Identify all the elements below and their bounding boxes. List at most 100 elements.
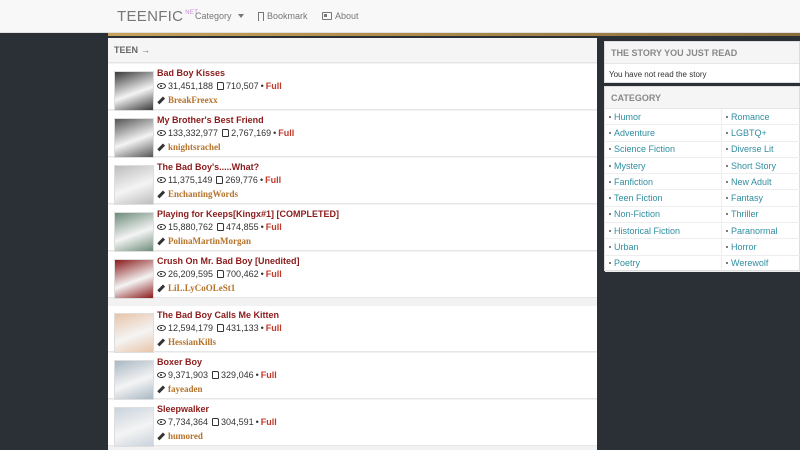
story-author[interactable]: humored bbox=[157, 431, 203, 441]
section-header[interactable]: TEEN → bbox=[108, 38, 597, 63]
category-label: Diverse Lit bbox=[731, 144, 774, 155]
story-title[interactable]: My Brother's Best Friend bbox=[157, 115, 264, 125]
category-link[interactable]: Werewolf bbox=[722, 256, 800, 272]
category-link[interactable]: Science Fiction bbox=[605, 141, 722, 158]
bullet-icon bbox=[609, 246, 611, 249]
story-item[interactable]: Sleepwalker 7,734,364 304,591 • Full humore… bbox=[108, 400, 597, 447]
story-title[interactable]: Sleepwalker bbox=[157, 404, 209, 414]
story-title[interactable]: Playing for Keeps[Kingx#1] [COMPLETED] bbox=[157, 209, 339, 219]
author-name: LiL.LyCoOLeSt1 bbox=[168, 283, 236, 293]
story-item[interactable]: The Bad Boy Calls Me Kitten 12,594,179 43… bbox=[108, 306, 597, 353]
category-link[interactable]: Teen Fiction bbox=[605, 190, 722, 207]
story-author[interactable]: BreakFreexx bbox=[157, 95, 218, 105]
thumbs-up-icon bbox=[217, 82, 225, 90]
bullet-icon bbox=[726, 148, 728, 151]
bookmark-link[interactable]: Bookmark bbox=[258, 11, 308, 22]
view-count: 15,880,762 bbox=[168, 222, 214, 232]
like-count: 2,767,169 bbox=[231, 128, 272, 138]
category-label: Non-Fiction bbox=[614, 209, 661, 220]
story-title[interactable]: The Bad Boy's.....What? bbox=[157, 162, 259, 172]
author-name: EnchantingWords bbox=[168, 189, 239, 199]
category-link[interactable]: Humor bbox=[605, 109, 722, 126]
story-cover[interactable] bbox=[114, 212, 154, 252]
category-dropdown[interactable]: Category bbox=[195, 11, 244, 21]
site-logo[interactable]: TEENFIC NET bbox=[117, 8, 198, 25]
story-stats: 15,880,762 474,855 • Full bbox=[157, 222, 282, 232]
category-link[interactable]: Fanfiction bbox=[605, 174, 722, 191]
pencil-icon bbox=[157, 432, 165, 440]
category-grid: Humor Romance Adventure LGBTQ+ Science Ficti… bbox=[605, 109, 800, 272]
category-link[interactable]: Historical Fiction bbox=[605, 223, 722, 240]
category-link[interactable]: Fantasy bbox=[722, 190, 800, 207]
author-name: knightsrachel bbox=[168, 142, 221, 152]
story-author[interactable]: fayeaden bbox=[157, 384, 203, 394]
story-cover[interactable] bbox=[114, 360, 154, 400]
story-author[interactable]: PolinaMartinMorgan bbox=[157, 236, 251, 246]
category-link[interactable]: New Adult bbox=[722, 174, 800, 191]
story-author[interactable]: knightsrachel bbox=[157, 142, 221, 152]
story-item[interactable]: Bad Boy Kisses 31,451,188 710,507 • Full Br… bbox=[108, 64, 597, 111]
story-item[interactable]: The Bad Boy's.....What? 11,375,149 269,77… bbox=[108, 158, 597, 205]
story-cover[interactable] bbox=[114, 313, 154, 353]
category-label: Mystery bbox=[614, 160, 646, 171]
story-item[interactable]: Playing for Keeps[Kingx#1] [COMPLETED] 1… bbox=[108, 205, 597, 252]
bullet-icon bbox=[726, 213, 728, 216]
story-item[interactable]: Crush On Mr. Bad Boy [Unedited] 26,209,5… bbox=[108, 252, 597, 299]
category-link[interactable]: Thriller bbox=[722, 207, 800, 224]
category-link[interactable]: Adventure bbox=[605, 125, 722, 142]
story-title[interactable]: Bad Boy Kisses bbox=[157, 68, 225, 78]
bullet-icon bbox=[609, 180, 611, 183]
category-link[interactable]: Short Story bbox=[722, 158, 800, 175]
story-author[interactable]: EnchantingWords bbox=[157, 189, 238, 199]
accent-strip bbox=[108, 33, 800, 36]
thumbs-up-icon bbox=[212, 418, 220, 426]
story-title[interactable]: The Bad Boy Calls Me Kitten bbox=[157, 310, 279, 320]
top-navbar: TEENFIC NET Category Bookmark About bbox=[0, 0, 800, 33]
bullet-icon bbox=[609, 148, 611, 151]
category-link[interactable]: Mystery bbox=[605, 157, 722, 175]
category-link[interactable]: Non-Fiction bbox=[605, 206, 722, 224]
category-link[interactable]: Urban bbox=[605, 239, 722, 256]
category-label: Romance bbox=[731, 111, 770, 122]
status-badge: Full bbox=[265, 175, 282, 185]
status-badge: Full bbox=[260, 370, 277, 380]
category-link[interactable]: Horror bbox=[722, 239, 800, 256]
like-count: 474,855 bbox=[226, 222, 259, 232]
story-cover[interactable] bbox=[114, 71, 154, 111]
about-label: About bbox=[335, 11, 359, 21]
view-count: 26,209,595 bbox=[168, 269, 214, 279]
category-link[interactable]: LGBTQ+ bbox=[722, 125, 800, 142]
thumbs-up-icon bbox=[222, 129, 230, 137]
story-author[interactable]: LiL.LyCoOLeSt1 bbox=[157, 283, 235, 293]
thumbs-up-icon bbox=[216, 176, 224, 184]
view-count: 9,371,903 bbox=[168, 370, 209, 380]
bookmark-label: Bookmark bbox=[267, 11, 308, 21]
story-title[interactable]: Crush On Mr. Bad Boy [Unedited] bbox=[157, 256, 300, 266]
story-title[interactable]: Boxer Boy bbox=[157, 357, 202, 367]
view-count: 11,375,149 bbox=[168, 175, 213, 185]
category-label: Adventure bbox=[614, 127, 656, 138]
story-author[interactable]: HessianKills bbox=[157, 337, 216, 347]
about-link[interactable]: About bbox=[322, 11, 359, 21]
author-name: humored bbox=[168, 431, 203, 441]
status-badge: Full bbox=[260, 417, 277, 427]
category-link[interactable]: Paranormal bbox=[722, 223, 800, 240]
bullet-icon bbox=[609, 262, 611, 265]
story-cover[interactable] bbox=[114, 165, 154, 205]
pencil-icon bbox=[157, 143, 165, 151]
bullet-icon bbox=[726, 115, 728, 118]
category-link[interactable]: Poetry bbox=[605, 255, 722, 272]
category-label: New Adult bbox=[731, 176, 772, 187]
view-count: 133,332,977 bbox=[168, 128, 219, 138]
story-cover[interactable] bbox=[114, 118, 154, 158]
story-item[interactable]: Boxer Boy 9,371,903 329,046 • Full fayeaden bbox=[108, 353, 597, 400]
category-label: Historical Fiction bbox=[614, 225, 681, 236]
category-link[interactable]: Romance bbox=[722, 109, 800, 126]
category-link[interactable]: Diverse Lit bbox=[722, 142, 800, 158]
story-cover[interactable] bbox=[114, 259, 154, 299]
story-item[interactable]: My Brother's Best Friend 133,332,977 2,76… bbox=[108, 111, 597, 158]
thumbs-up-icon bbox=[217, 223, 225, 231]
story-cover[interactable] bbox=[114, 407, 154, 447]
status-badge: Full bbox=[265, 222, 282, 232]
category-label: Thriller bbox=[731, 209, 759, 220]
